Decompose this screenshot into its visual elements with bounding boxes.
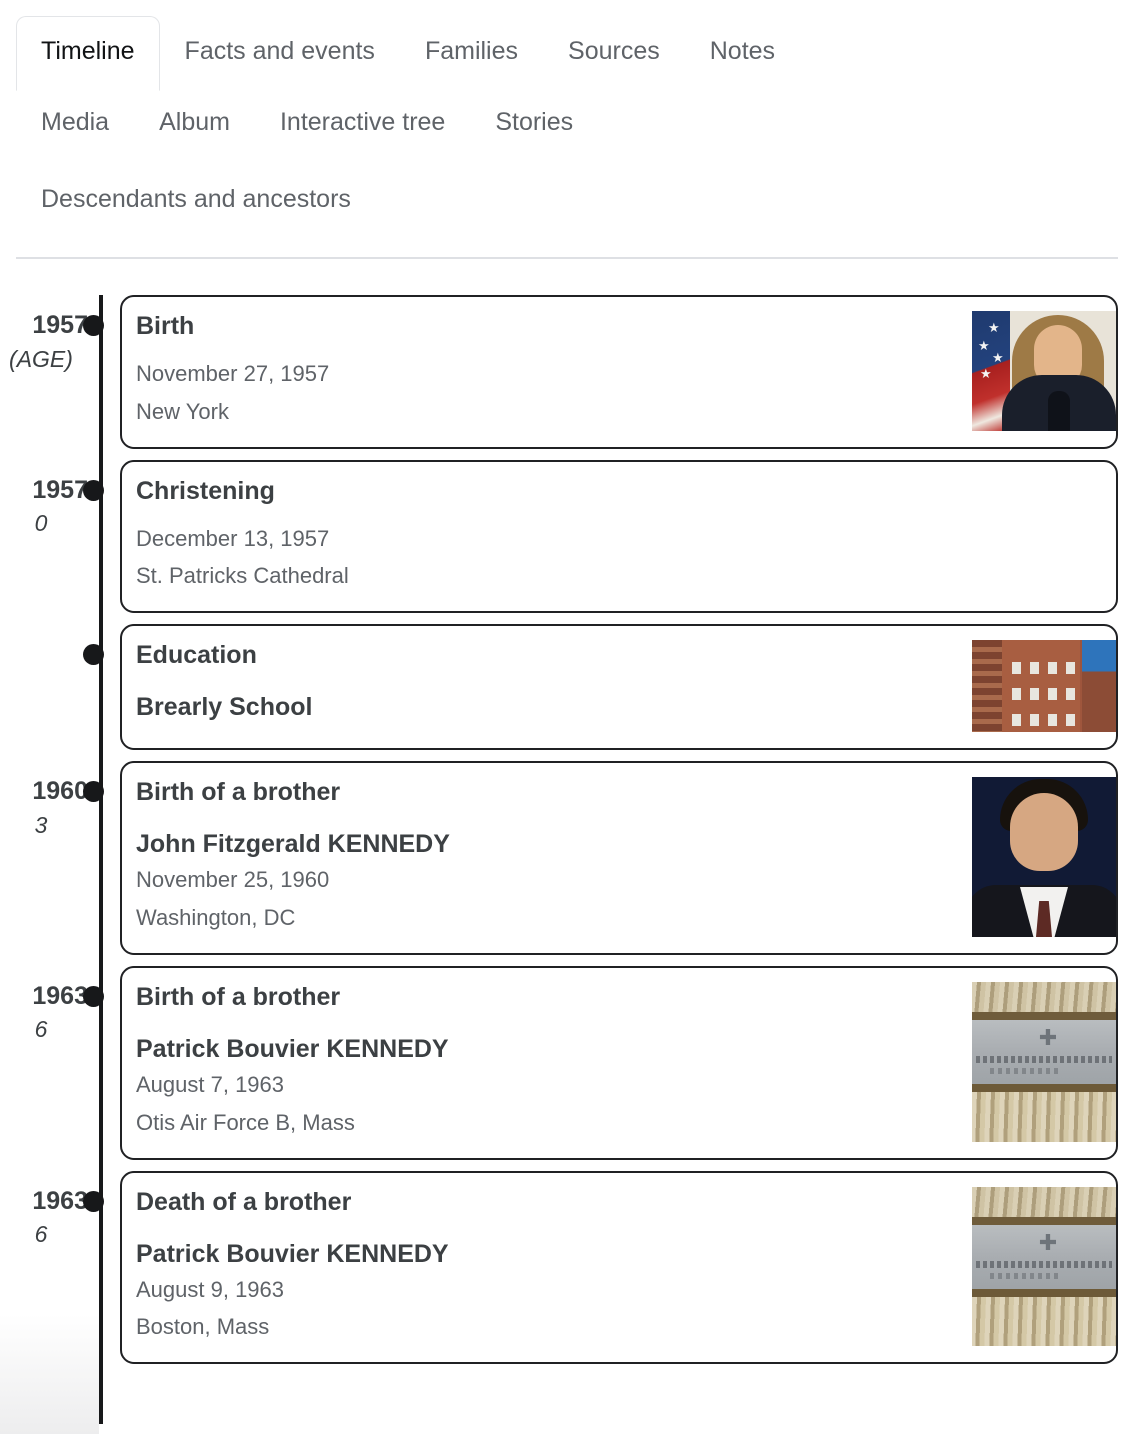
- timeline-card-place: Boston, Mass: [136, 1314, 270, 1340]
- timeline-card-title: Birth of a brother: [136, 778, 341, 807]
- timeline-gutter: 1957 (AGE): [0, 295, 88, 377]
- timeline-card-date: December 13, 1957: [136, 525, 330, 551]
- timeline-year: 1957: [32, 475, 88, 504]
- timeline-gutter: 1957 0: [0, 460, 88, 542]
- bow-shape: [1048, 390, 1070, 431]
- timeline-card-subject: Brearly School: [136, 693, 313, 722]
- timeline-card-title: Education: [136, 641, 257, 670]
- timeline-card-place: St. Patricks Cathedral: [136, 563, 349, 589]
- timeline-card-title: Birth of a brother: [136, 982, 341, 1011]
- timeline-card-date: August 9, 1963: [136, 1276, 285, 1302]
- tabs-divider: [16, 257, 1118, 259]
- timeline-age: 6: [34, 1016, 48, 1043]
- timeline-card-body: Education Brearly School: [136, 640, 960, 732]
- timeline-gutter: 1963 6: [0, 966, 88, 1048]
- cross-icon: ✚: [1038, 1024, 1058, 1050]
- timeline-gutter: 1963 6: [0, 1171, 88, 1253]
- portrait-caroline-kennedy-image: ★ ★ ★ ★: [972, 311, 1116, 431]
- timeline-age: 6: [34, 1221, 48, 1248]
- timeline-card-body: Birth November 27, 1957 New York: [136, 311, 960, 431]
- timeline-age: 3: [34, 811, 48, 838]
- timeline-card[interactable]: Education Brearly School: [120, 624, 1118, 751]
- tab-row-1: Timeline Facts and events Families Sourc…: [16, 16, 1118, 91]
- timeline-card-thumbnail[interactable]: [972, 640, 1116, 733]
- tab-bar: Timeline Facts and events Families Sourc…: [0, 0, 1134, 239]
- grass-top: [972, 981, 1116, 1016]
- timeline-card-title: Death of a brother: [136, 1187, 352, 1216]
- building-right-block: [1082, 640, 1116, 733]
- timeline-card-subject: Patrick Bouvier KENNEDY: [136, 1239, 449, 1268]
- timeline-entry[interactable]: 1963 6 Death of a brother Patrick Bouvie…: [0, 1170, 1134, 1365]
- timeline-card-title: Birth: [136, 312, 195, 340]
- timeline-card-subject: Patrick Bouvier KENNEDY: [136, 1034, 449, 1063]
- timeline-card-date: November 27, 1957: [136, 361, 330, 386]
- cross-icon: ✚: [1038, 1229, 1058, 1255]
- grass-top: [972, 1186, 1116, 1221]
- tab-sources[interactable]: Sources: [543, 16, 685, 91]
- timeline-card-body: Christening December 13, 1957 St. Patric…: [136, 476, 1116, 596]
- timeline-entry[interactable]: 1957 0 Christening December 13, 1957 St.…: [0, 459, 1134, 614]
- timeline-gutter: 1960 3: [0, 761, 88, 843]
- grass-bottom: [972, 1296, 1116, 1347]
- timeline-entry[interactable]: Education Brearly School: [0, 624, 1134, 751]
- timeline-entry[interactable]: 1957 (AGE) Birth November 27, 1957 New Y…: [0, 295, 1134, 449]
- timeline-dot-icon: [83, 479, 104, 501]
- tab-stories[interactable]: Stories: [470, 87, 598, 162]
- tab-row-3: Descendants and ancestors: [16, 164, 1118, 239]
- timeline-card[interactable]: Birth of a brother Patrick Bouvier KENNE…: [120, 965, 1118, 1160]
- timeline-year: 1963: [32, 981, 88, 1010]
- tab-media[interactable]: Media: [16, 87, 134, 162]
- photo-brearly-school-building-image: [972, 640, 1116, 733]
- timeline-card-body: Death of a brother Patrick Bouvier KENNE…: [136, 1187, 960, 1347]
- inscription-line-1: [976, 1260, 1112, 1268]
- tab-timeline[interactable]: Timeline: [16, 16, 160, 91]
- photo-grave-marker-image: ✚: [972, 1186, 1116, 1347]
- tab-interactive-tree[interactable]: Interactive tree: [255, 87, 470, 162]
- timeline-card-subject: John Fitzgerald KENNEDY: [136, 830, 450, 859]
- timeline-card[interactable]: Birth of a brother John Fitzgerald KENNE…: [120, 761, 1118, 955]
- tab-notes[interactable]: Notes: [685, 16, 800, 91]
- timeline-card-date: August 7, 1963: [136, 1071, 285, 1097]
- timeline-card-thumbnail[interactable]: [972, 777, 1116, 937]
- timeline-card-thumbnail[interactable]: ★ ★ ★ ★: [972, 311, 1116, 431]
- timeline-card[interactable]: Death of a brother Patrick Bouvier KENNE…: [120, 1170, 1118, 1365]
- timeline-age: (AGE): [9, 345, 73, 372]
- portrait-john-f-kennedy-jr-image: [972, 777, 1116, 937]
- timeline-card-thumbnail[interactable]: ✚: [972, 1186, 1116, 1347]
- grass-bottom: [972, 1091, 1116, 1142]
- building-left-block: [972, 640, 1002, 733]
- timeline-dot-icon: [83, 985, 104, 1007]
- timeline-axis-line: [99, 295, 103, 1425]
- inscription-line-1: [976, 1055, 1112, 1063]
- timeline-card-body: Birth of a brother John Fitzgerald KENNE…: [136, 777, 960, 937]
- timeline-card-place: Washington, DC: [136, 905, 296, 931]
- tab-families[interactable]: Families: [400, 16, 543, 91]
- timeline-card[interactable]: Birth November 27, 1957 New York ★ ★ ★ ★: [120, 295, 1118, 449]
- inscription-line-2: [990, 1067, 1060, 1074]
- timeline-card-date: November 25, 1960: [136, 867, 330, 893]
- tab-row-2: Media Album Interactive tree Stories: [16, 87, 1118, 162]
- face-shape: [1010, 793, 1078, 872]
- timeline-entry[interactable]: 1960 3 Birth of a brother John Fitzgeral…: [0, 761, 1134, 955]
- tab-descendants-and-ancestors[interactable]: Descendants and ancestors: [16, 164, 376, 239]
- tab-album[interactable]: Album: [134, 87, 255, 162]
- timeline-card-body: Birth of a brother Patrick Bouvier KENNE…: [136, 982, 960, 1142]
- timeline-card[interactable]: Christening December 13, 1957 St. Patric…: [120, 459, 1118, 614]
- timeline-dot-icon: [83, 315, 104, 336]
- timeline-dot-icon: [83, 1190, 104, 1212]
- timeline-entry[interactable]: 1963 6 Birth of a brother Patrick Bouvie…: [0, 965, 1134, 1160]
- inscription-line-2: [990, 1272, 1060, 1279]
- timeline-year: 1963: [32, 1186, 88, 1215]
- timeline-card-place: New York: [136, 398, 229, 424]
- timeline-year: 1957: [32, 311, 88, 339]
- timeline-age: 0: [34, 510, 48, 537]
- tab-facts-and-events[interactable]: Facts and events: [160, 16, 400, 91]
- timeline-card-place: Otis Air Force B, Mass: [136, 1109, 355, 1135]
- timeline-card-thumbnail[interactable]: ✚: [972, 981, 1116, 1142]
- timeline-card-title: Christening: [136, 476, 275, 505]
- photo-grave-marker-image: ✚: [972, 981, 1116, 1142]
- timeline: 1957 (AGE) Birth November 27, 1957 New Y…: [0, 295, 1134, 1425]
- timeline-year: 1960: [32, 777, 88, 806]
